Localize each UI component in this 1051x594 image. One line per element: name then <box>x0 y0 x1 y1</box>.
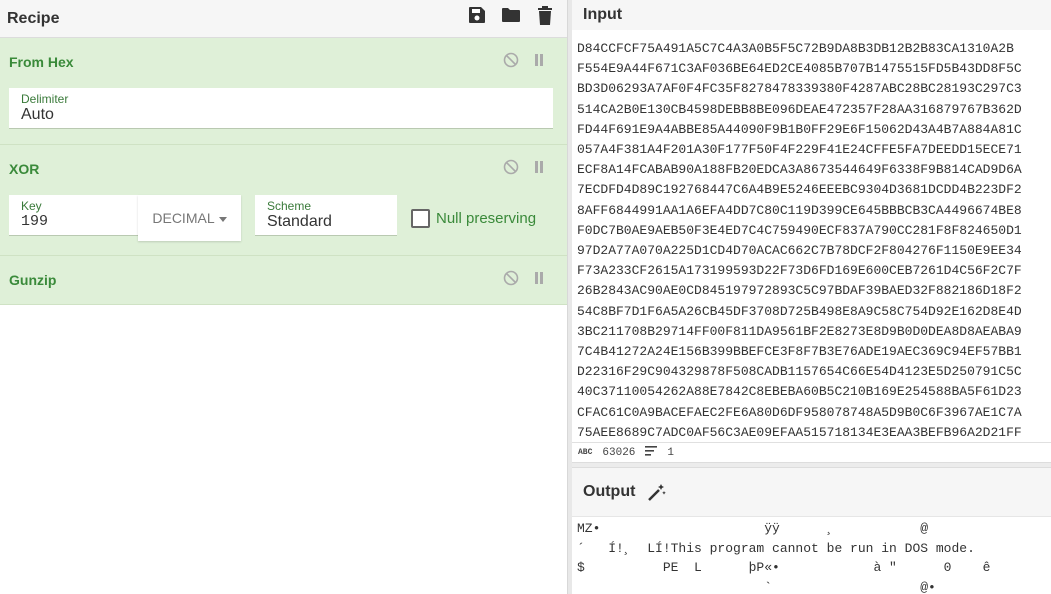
input-line: F554E9A44F671C3AF036BE64ED2CE4085B707B14… <box>577 61 1022 77</box>
input-textarea[interactable]: D84CCFCF75A491A5C7C4A3A0B5F5C72B9DA8B3DB… <box>572 30 1051 442</box>
field-label: Key <box>21 199 42 213</box>
operation-from-hex: From Hex Delimiter Auto <box>0 38 567 145</box>
caret-down-icon <box>218 209 227 227</box>
input-line: CFAC61C0A9BACEFAEC2FE6A80D6DF958078748A5… <box>577 404 1022 420</box>
line-count: 1 <box>667 446 675 459</box>
operation-title: XOR <box>9 161 40 177</box>
input-line: 75AEE8689C7ADC0AF56C3AE09EFAA515718134E3… <box>577 424 1022 440</box>
operation-controls <box>503 270 547 286</box>
recipe-panel: Recipe From Hex Delimiter Auto XOR Key 1… <box>0 0 567 594</box>
pause-icon[interactable] <box>531 52 547 68</box>
input-line: D22316F29C904329878F508CADB1157654C66E54… <box>577 364 1022 380</box>
recipe-title: Recipe <box>7 9 60 27</box>
input-line: 97D2A77A070A225D1CD4D70ACAC662C7B78DCF2F… <box>577 243 1022 259</box>
input-line: ECF8A14FCABAB90A188FB20EDCA3A8673544649F… <box>577 162 1022 178</box>
recipe-header: Recipe <box>0 0 567 38</box>
input-line: FD44F691E9A4ABBE85A44090F9B1B0FF29E6F150… <box>577 121 1022 137</box>
output-line: ´ Í!¸ LÍ!This program cannot be run in D… <box>577 540 975 556</box>
pause-icon[interactable] <box>531 159 547 175</box>
operation-xor: XOR Key 199 DECIMAL Scheme Standard Null… <box>0 145 567 256</box>
operation-gunzip: Gunzip <box>0 256 567 305</box>
input-header: Input <box>572 0 1051 30</box>
key-field[interactable]: Key 199 <box>9 195 138 236</box>
input-line: 40C37110054262A88E7842C8EBEBA60B5C210B16… <box>577 384 1022 400</box>
delimiter-field[interactable]: Delimiter Auto <box>9 88 553 129</box>
input-line: 7ECDFD4D89C192768447C6A4B9E5246EEEBC9304… <box>577 182 1022 198</box>
disable-icon[interactable] <box>503 270 519 286</box>
disable-icon[interactable] <box>503 52 519 68</box>
key-format-dropdown[interactable]: DECIMAL <box>138 195 241 241</box>
input-line: F0DC7B0AE9AEB50F3E4ED7C4C759490ECF837A79… <box>577 222 1022 238</box>
cyberchef-app: Recipe From Hex Delimiter Auto XOR Key 1… <box>0 0 1051 594</box>
input-line: 26B2843AC90AE0CD845197972893C5C97BDAF39B… <box>577 283 1022 299</box>
input-line: F73A233CF2615A173199593D22F73D6FD169E600… <box>577 263 1022 279</box>
input-status-bar: ABC 63026 1 <box>572 442 1051 462</box>
checkbox-box[interactable] <box>411 209 430 228</box>
input-line: D84CCFCF75A491A5C7C4A3A0B5F5C72B9DA8B3DB… <box>577 41 1014 56</box>
input-line: BD3D06293A7AF0F4FC35F8278478339380F4287A… <box>577 81 1022 97</box>
input-line: 057A4F381A4F201A30F177F50F4F229F41E24CFF… <box>577 142 1022 158</box>
field-label: Scheme <box>267 199 312 213</box>
output-textarea[interactable]: MZ• ÿÿ ¸ @ ´ Í!¸ LÍ!This program cannot b… <box>572 516 1051 594</box>
dropdown-label: DECIMAL <box>152 210 215 226</box>
input-title: Input <box>583 6 623 23</box>
field-label: Delimiter <box>21 92 69 106</box>
magic-wand-icon[interactable] <box>647 482 667 502</box>
null-preserving-checkbox[interactable]: Null preserving <box>411 209 536 228</box>
checkbox-label: Null preserving <box>436 210 537 227</box>
field-value: Auto <box>21 106 54 123</box>
input-line: 8AFF6844991AA1A6EFA4DD7C80C119D399CE645B… <box>577 202 1022 218</box>
output-panel: Output MZ• ÿÿ ¸ @ ´ Í!¸ LÍ!This program c… <box>572 468 1051 594</box>
input-line: 3BC211708B29714FF00F811DA9561BF2E8273E8D… <box>577 323 1022 339</box>
operation-title: From Hex <box>9 54 74 70</box>
save-icon[interactable] <box>467 4 487 26</box>
input-line: 514CA2B0E130CB4598DEBB8BE096DEAE472357F2… <box>577 101 1022 117</box>
pause-icon[interactable] <box>531 270 547 286</box>
output-header: Output <box>572 468 1051 516</box>
input-panel: Input D84CCFCF75A491A5C7C4A3A0B5F5C72B9D… <box>572 0 1051 462</box>
operation-controls <box>503 159 547 175</box>
output-line: MZ• ÿÿ ¸ @ <box>577 521 929 536</box>
trash-icon[interactable] <box>535 4 555 26</box>
output-title: Output <box>583 483 636 500</box>
recipe-toolbar <box>467 4 555 26</box>
input-line: 54C8BF7D1F6A5A26CB45DF3708D725B498E8A9C5… <box>577 303 1022 319</box>
output-line: ` @• <box>577 579 936 594</box>
input-line: 7C4B41272A24E156B399BBEFCE3F8F7B3E76ADE1… <box>577 344 1022 360</box>
field-value: Standard <box>267 213 332 230</box>
scheme-field[interactable]: Scheme Standard <box>255 195 397 236</box>
operation-title: Gunzip <box>9 272 57 288</box>
char-count: 63026 <box>602 446 636 459</box>
operation-controls <box>503 52 547 68</box>
disable-icon[interactable] <box>503 159 519 175</box>
lines-icon <box>645 445 658 460</box>
output-line: $ PE L þP«• à " 0 ê <box>577 560 991 575</box>
field-value: 199 <box>21 213 49 230</box>
folder-icon[interactable] <box>501 4 521 26</box>
abc-icon: ABC <box>578 448 593 457</box>
